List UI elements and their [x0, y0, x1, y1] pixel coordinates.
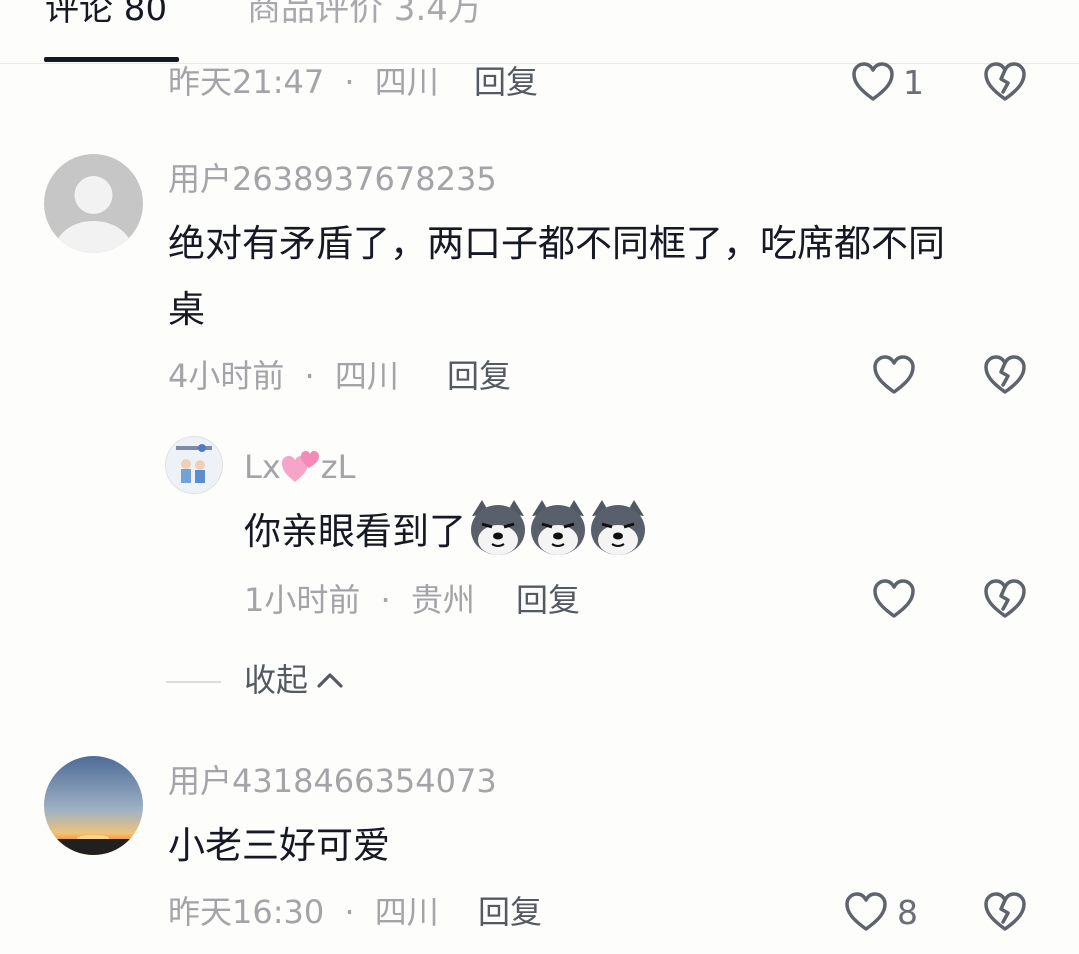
reply-button[interactable]: 回复	[478, 894, 542, 930]
reply-text: 你亲眼看到了	[244, 498, 648, 564]
heart-outline-icon[interactable]	[872, 578, 916, 620]
comment-text-line-2: 桌	[168, 288, 205, 331]
broken-heart-icon[interactable]	[983, 578, 1027, 620]
reply-button[interactable]: 回复	[516, 582, 580, 618]
avatar-default[interactable]	[44, 154, 143, 253]
broken-heart-icon[interactable]	[983, 354, 1027, 396]
comment-location: 四川	[334, 357, 399, 395]
comment-username[interactable]: 用户2638937678235	[168, 161, 497, 197]
heart-outline-icon[interactable]	[844, 891, 888, 933]
separator-dot: ·	[344, 893, 355, 931]
reply-meta: 1小时前 · 贵州	[244, 582, 475, 618]
reply-username-suffix: zL	[320, 448, 356, 486]
like-count: 1	[903, 63, 924, 102]
heart-outline-icon[interactable]	[872, 354, 916, 396]
reply-text-body: 你亲眼看到了	[244, 510, 466, 553]
reply-time: 1小时前	[244, 581, 361, 619]
comment-username[interactable]: 用户4318466354073	[168, 763, 497, 799]
reply-username[interactable]: Lx zL	[244, 448, 355, 485]
chevron-up-icon	[316, 671, 344, 689]
like-count: 8	[897, 893, 918, 932]
tab-comments[interactable]: 评论 80	[45, 0, 167, 26]
avatar-sunset[interactable]	[44, 756, 143, 855]
comment-time: 昨天21:47	[168, 63, 325, 101]
separator-dot: ·	[344, 63, 355, 101]
tab-product-reviews[interactable]: 商品评价 3.4万	[247, 0, 482, 26]
collapse-divider	[166, 681, 221, 683]
comment-text: 小老三好可爱	[168, 824, 390, 867]
comment-meta: 昨天16:30 · 四川	[168, 894, 439, 930]
reply-button[interactable]: 回复	[474, 64, 538, 100]
reply-location: 贵州	[410, 581, 475, 619]
comment-time: 昨天16:30	[168, 893, 325, 931]
comment-meta: 昨天21:47 · 四川	[168, 64, 439, 100]
husky-dog-emoji-icon	[468, 498, 648, 558]
reply-username-prefix: Lx	[244, 448, 281, 486]
comment-time: 4小时前	[168, 357, 285, 395]
broken-heart-icon[interactable]	[983, 61, 1027, 103]
avatar-reply-user[interactable]	[165, 436, 223, 494]
comment-meta: 4小时前 · 四川	[168, 358, 399, 394]
comment-location: 四川	[374, 893, 439, 931]
separator-dot: ·	[304, 357, 315, 395]
collapse-replies-button[interactable]: 收起	[244, 662, 344, 698]
heart-outline-icon[interactable]	[851, 61, 895, 103]
active-tab-indicator	[44, 57, 179, 62]
comment-text-line-1: 绝对有矛盾了，两口子都不同框了，吃席都不同	[168, 222, 945, 265]
reply-button[interactable]: 回复	[447, 358, 511, 394]
comment-location: 四川	[374, 63, 439, 101]
broken-heart-icon[interactable]	[983, 891, 1027, 933]
collapse-label: 收起	[244, 661, 309, 699]
two-hearts-emoji-icon	[281, 448, 321, 484]
tab-bar: 评论 80 商品评价 3.4万	[0, 0, 1079, 64]
separator-dot: ·	[380, 581, 391, 619]
